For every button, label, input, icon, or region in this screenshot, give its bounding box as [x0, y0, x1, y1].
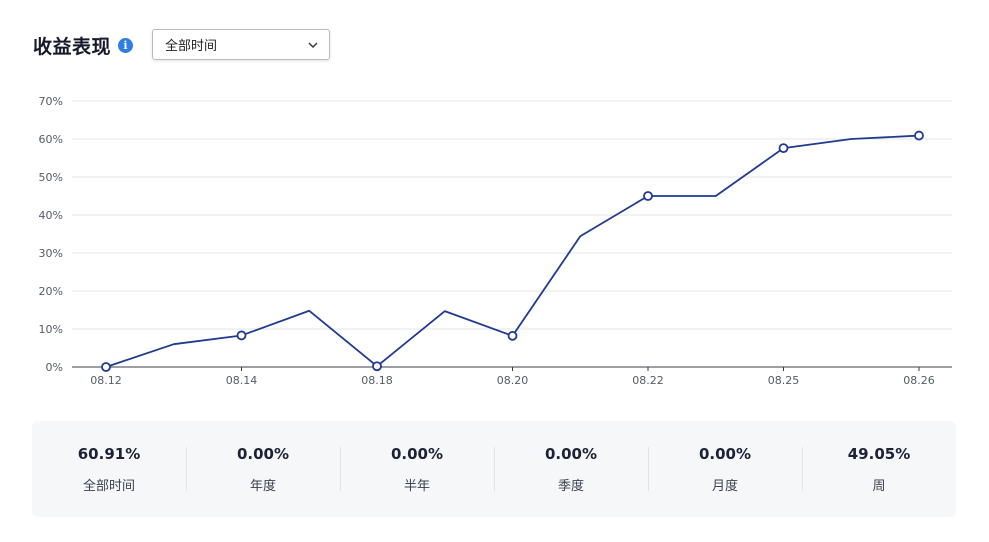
x-tick-label: 08.20	[497, 374, 529, 387]
stat-value: 0.00%	[544, 444, 598, 463]
y-tick-label: 40%	[39, 209, 63, 222]
x-tick-label: 08.25	[768, 374, 800, 387]
stat-month: 0.00% 月度	[648, 421, 802, 517]
y-tick-label: 20%	[39, 285, 63, 298]
stat-label: 周	[872, 478, 886, 494]
data-point	[914, 130, 924, 141]
stats-panel: 60.91% 全部时间 0.00% 年度 0.00% 半年 0.00% 季度 0…	[32, 421, 956, 517]
data-point	[778, 143, 789, 154]
data-point	[643, 191, 653, 201]
x-tick-label: 08.18	[361, 374, 393, 387]
y-tick-label: 60%	[39, 133, 63, 146]
stat-value: 0.00%	[236, 444, 290, 463]
y-tick-label: 10%	[39, 323, 63, 336]
x-tick-label: 08.14	[226, 374, 258, 387]
stat-year: 0.00% 年度	[186, 421, 340, 517]
x-tick-label: 08.26	[903, 374, 935, 387]
y-tick-label: 50%	[39, 171, 63, 184]
data-point	[372, 361, 382, 372]
stat-label: 全部时间	[82, 478, 135, 494]
stat-week: 49.05% 周	[802, 421, 956, 517]
x-tick-label: 08.22	[632, 374, 664, 387]
y-tick-label: 70%	[39, 95, 63, 108]
stat-value: 0.00%	[390, 444, 444, 463]
stat-label: 季度	[557, 478, 584, 494]
stat-all-time: 60.91% 全部时间	[32, 421, 186, 517]
stat-label: 年度	[249, 478, 276, 494]
y-tick-label: 0%	[46, 361, 63, 374]
stat-value: 0.00%	[698, 444, 752, 463]
stat-quarter: 0.00% 季度	[494, 421, 648, 517]
stat-label: 半年	[403, 478, 430, 494]
stat-half-year: 0.00% 半年	[340, 421, 494, 517]
data-point	[101, 362, 111, 372]
stat-value: 49.05%	[847, 444, 911, 463]
stat-label: 月度	[711, 478, 738, 494]
x-tick-label: 08.12	[90, 374, 122, 387]
performance-chart: 0% 10% 20% 30% 40% 50% 60% 70% 08.12 08.14 08.18 08…	[39, 95, 952, 387]
data-point	[507, 330, 518, 341]
data-point	[236, 330, 247, 341]
y-tick-label: 30%	[39, 247, 63, 260]
stat-value: 60.91%	[77, 444, 141, 463]
